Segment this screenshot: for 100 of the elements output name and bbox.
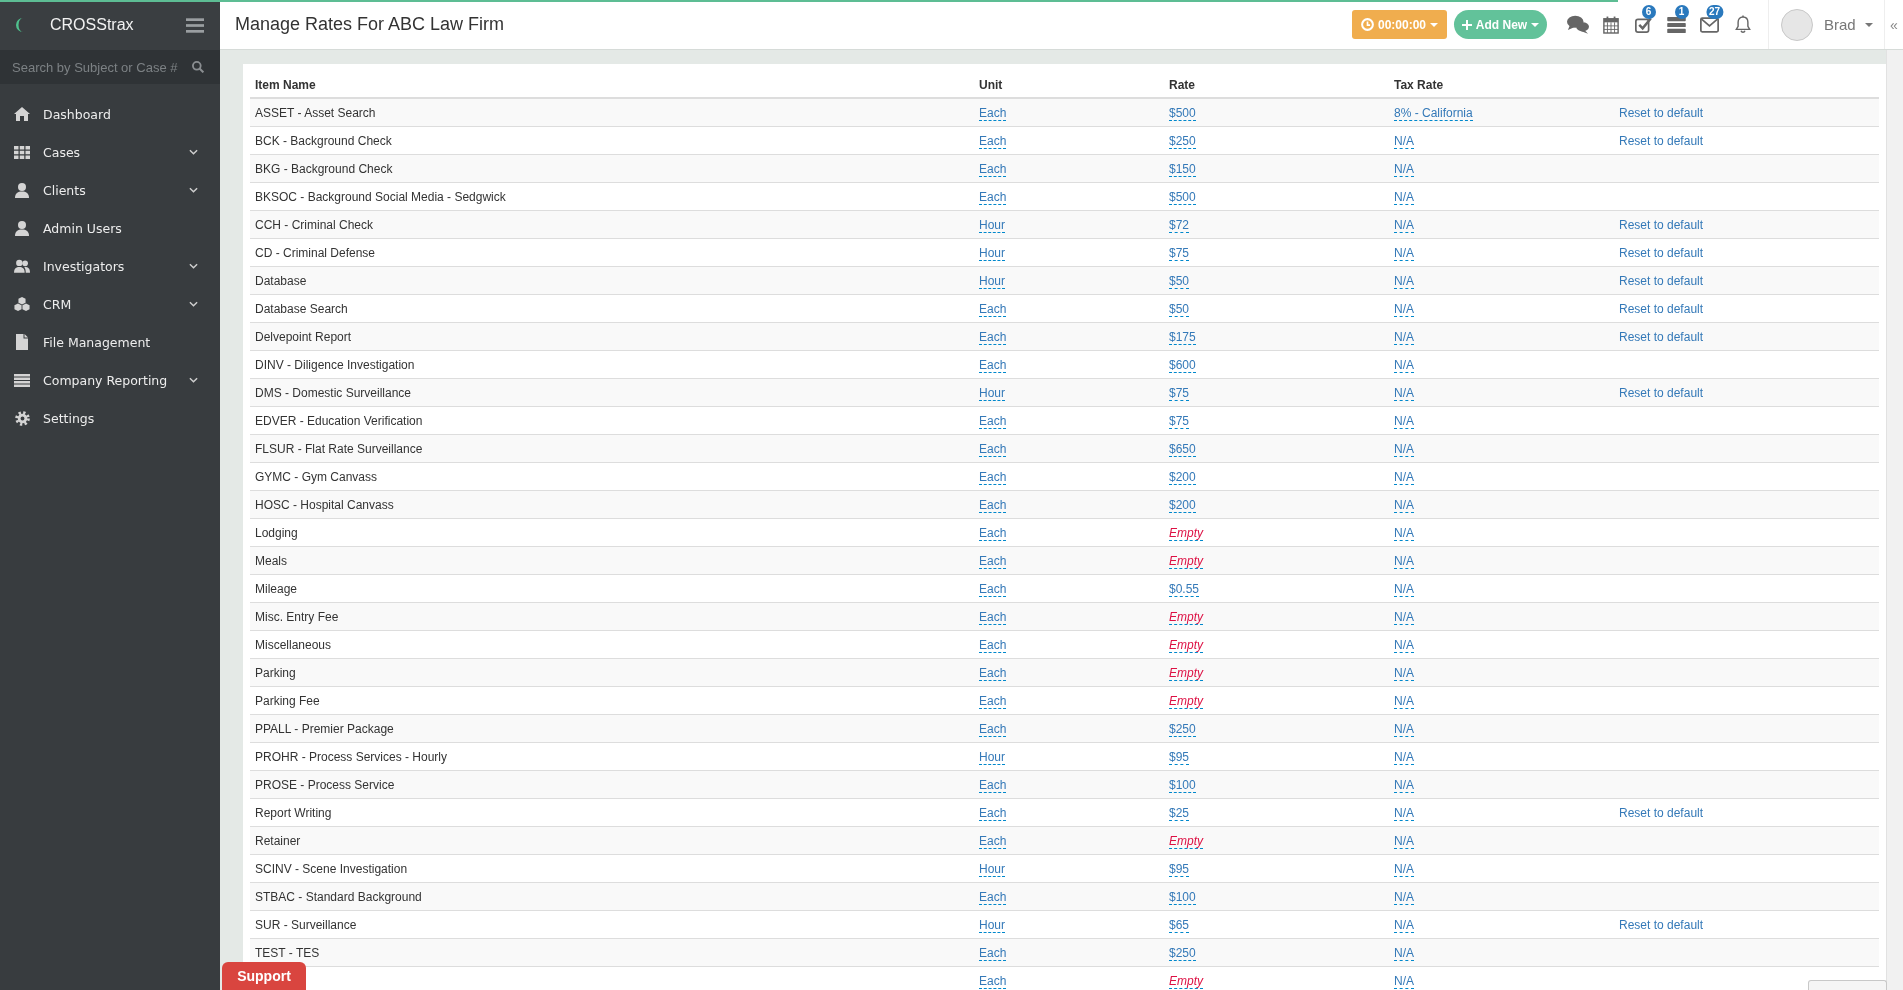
rate-link[interactable]: $200 [1169,497,1196,513]
search-icon[interactable] [192,61,204,73]
search-field[interactable]: Search by Subject or Case # [0,50,220,84]
unit-link[interactable]: Hour [979,861,1005,877]
unit-link[interactable]: Each [979,693,1007,709]
unit-link[interactable]: Each [979,161,1007,177]
tax-rate-link[interactable]: N/A [1394,301,1414,317]
sidebar-item[interactable]: Dashboard [0,95,220,133]
rate-link[interactable]: $50 [1169,273,1190,289]
tax-rate-link[interactable]: N/A [1394,469,1414,485]
rate-link[interactable]: Empty [1169,525,1203,541]
tax-rate-link[interactable]: N/A [1394,889,1414,905]
tax-rate-link[interactable]: N/A [1394,609,1414,625]
tax-rate-link[interactable]: N/A [1394,329,1414,345]
sidebar-item[interactable]: Clients [0,171,220,209]
tax-rate-link[interactable]: N/A [1394,637,1414,653]
tax-rate-link[interactable]: N/A [1394,413,1414,429]
tax-rate-link[interactable]: N/A [1394,693,1414,709]
rate-link[interactable]: $25 [1169,805,1190,821]
unit-link[interactable]: Each [979,469,1007,485]
tax-rate-link[interactable]: N/A [1394,777,1414,793]
tax-rate-link[interactable]: N/A [1394,973,1414,989]
rate-link[interactable]: $600 [1169,357,1196,373]
unit-link[interactable]: Each [979,441,1007,457]
rate-link[interactable]: Empty [1169,973,1203,989]
tax-rate-link[interactable]: N/A [1394,441,1414,457]
unit-link[interactable]: Each [979,637,1007,653]
unit-link[interactable]: Each [979,973,1007,989]
unit-link[interactable]: Hour [979,217,1005,233]
tax-rate-link[interactable]: N/A [1394,273,1414,289]
tax-rate-link[interactable]: N/A [1394,861,1414,877]
tax-rate-link[interactable]: N/A [1394,721,1414,737]
rate-link[interactable]: $72 [1169,217,1190,233]
unit-link[interactable]: Hour [979,245,1005,261]
calendar-icon[interactable] [1602,15,1619,34]
support-button[interactable]: Support [222,962,306,990]
scrollbar-track[interactable] [1886,50,1903,990]
unit-link[interactable]: Each [979,553,1007,569]
chat-icon[interactable] [1566,15,1589,34]
tax-rate-link[interactable]: N/A [1394,525,1414,541]
rate-link[interactable]: $175 [1169,329,1196,345]
rate-link[interactable]: $100 [1169,889,1196,905]
reset-link[interactable]: Reset to default [1619,805,1704,820]
rate-link[interactable]: Empty [1169,833,1203,849]
rate-link[interactable]: $95 [1169,749,1190,765]
reset-link[interactable]: Reset to default [1619,217,1704,232]
sidebar-item[interactable]: Company Reporting [0,361,220,399]
unit-link[interactable]: Each [979,189,1007,205]
unit-link[interactable]: Hour [979,917,1005,933]
rate-link[interactable]: $75 [1169,385,1190,401]
tax-rate-link[interactable]: 8% - California [1394,105,1473,121]
rate-link[interactable]: $75 [1169,413,1190,429]
tax-rate-link[interactable]: N/A [1394,805,1414,821]
tax-rate-link[interactable]: N/A [1394,497,1414,513]
tax-rate-link[interactable]: N/A [1394,945,1414,961]
sidebar-item[interactable]: Investigators [0,247,220,285]
rate-link[interactable]: $250 [1169,133,1196,149]
collapse-button[interactable]: « [1884,0,1903,49]
unit-link[interactable]: Each [979,805,1007,821]
rate-link[interactable]: Empty [1169,553,1203,569]
unit-link[interactable]: Each [979,413,1007,429]
tax-rate-link[interactable]: N/A [1394,665,1414,681]
tax-rate-link[interactable]: N/A [1394,749,1414,765]
tax-rate-link[interactable]: N/A [1394,553,1414,569]
envelope-icon[interactable] [1700,16,1719,33]
unit-link[interactable]: Each [979,301,1007,317]
tax-rate-link[interactable]: N/A [1394,189,1414,205]
sidebar-item[interactable]: CRM [0,285,220,323]
reset-link[interactable]: Reset to default [1619,105,1704,120]
rate-link[interactable]: $200 [1169,469,1196,485]
tax-rate-link[interactable]: N/A [1394,245,1414,261]
rate-link[interactable]: $50 [1169,301,1190,317]
rate-link[interactable]: $100 [1169,777,1196,793]
tax-rate-link[interactable]: N/A [1394,161,1414,177]
rate-link[interactable]: Empty [1169,693,1203,709]
unit-link[interactable]: Each [979,133,1007,149]
rate-link[interactable]: $500 [1169,189,1196,205]
tax-rate-link[interactable]: N/A [1394,581,1414,597]
unit-link[interactable]: Each [979,609,1007,625]
tax-rate-link[interactable]: N/A [1394,133,1414,149]
menu-icon[interactable] [186,17,204,33]
unit-link[interactable]: Each [979,721,1007,737]
tax-rate-link[interactable]: N/A [1394,385,1414,401]
unit-link[interactable]: Each [979,525,1007,541]
rate-link[interactable]: $95 [1169,861,1190,877]
unit-link[interactable]: Each [979,581,1007,597]
user-menu[interactable]: Brad [1768,0,1884,49]
tax-rate-link[interactable]: N/A [1394,917,1414,933]
rate-link[interactable]: $150 [1169,161,1196,177]
sidebar-item[interactable]: Settings [0,399,220,437]
reset-link[interactable]: Reset to default [1619,301,1704,316]
rate-link[interactable]: Empty [1169,609,1203,625]
rate-link[interactable]: $75 [1169,245,1190,261]
rate-link[interactable]: $250 [1169,945,1196,961]
tax-rate-link[interactable]: N/A [1394,357,1414,373]
reset-link[interactable]: Reset to default [1619,917,1704,932]
sidebar-item[interactable]: Cases [0,133,220,171]
rate-link[interactable]: $650 [1169,441,1196,457]
tax-rate-link[interactable]: N/A [1394,217,1414,233]
unit-link[interactable]: Hour [979,385,1005,401]
